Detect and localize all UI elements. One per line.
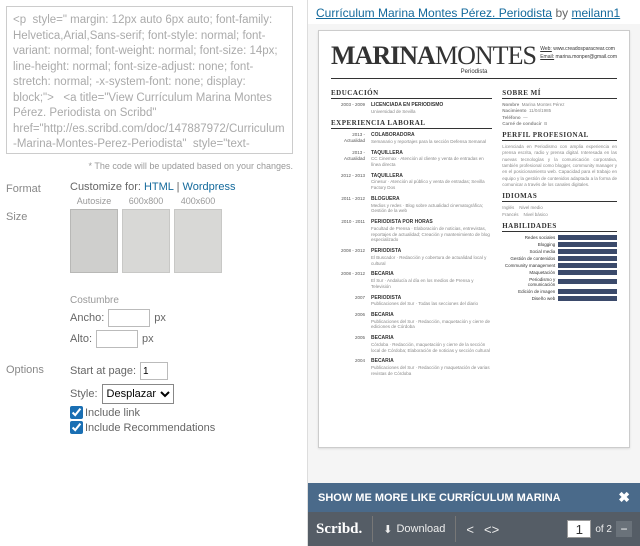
- update-note: * The code will be updated based on your…: [6, 161, 293, 171]
- options-label: Options: [6, 362, 70, 376]
- show-more-banner[interactable]: SHOW ME MORE LIKE CURRÍCULUM MARINA ✖: [308, 483, 640, 512]
- close-icon[interactable]: ✖: [618, 489, 630, 506]
- height-label: Alto:: [70, 333, 92, 345]
- size-autosize[interactable]: Autosize: [70, 209, 118, 273]
- format-label: Format: [6, 181, 70, 195]
- page-input[interactable]: [567, 520, 591, 538]
- width-label: Ancho:: [70, 312, 104, 324]
- include-link-checkbox[interactable]: Include link: [70, 406, 293, 419]
- format-wordpress-link[interactable]: Wordpress: [183, 181, 236, 193]
- customize-prefix: Customize for:: [70, 181, 141, 193]
- download-button[interactable]: ⬇ Download: [372, 516, 456, 542]
- zoom-out-button[interactable]: −: [616, 521, 632, 537]
- embed-icon[interactable]: <>: [484, 522, 499, 537]
- size-400x600[interactable]: 400x600: [174, 209, 222, 273]
- embed-code-textarea[interactable]: <p style=" margin: 12px auto 6px auto; f…: [6, 6, 293, 154]
- custom-label: Costumbre: [70, 295, 293, 306]
- document-title-link[interactable]: Currículum Marina Montes Pérez. Periodis…: [316, 6, 552, 20]
- start-page-input[interactable]: [140, 362, 168, 380]
- format-html-link[interactable]: HTML: [144, 181, 174, 193]
- start-page-label: Start at page:: [70, 365, 136, 377]
- author-link[interactable]: meilann1: [571, 6, 620, 20]
- size-600x800[interactable]: 600x800: [122, 209, 170, 273]
- height-input[interactable]: [96, 330, 138, 348]
- style-select[interactable]: Desplazar: [102, 384, 174, 404]
- size-label: Size: [6, 209, 70, 223]
- width-input[interactable]: [108, 309, 150, 327]
- download-icon: ⬇: [383, 523, 392, 536]
- share-icon[interactable]: <​: [466, 522, 474, 537]
- scribd-logo[interactable]: Scribd.: [316, 521, 362, 538]
- document-preview[interactable]: Web: www.creadosparacrear.com Email: mar…: [318, 30, 630, 448]
- viewer-toolbar: Scribd. ⬇ Download <​ <> of 2 −: [308, 512, 640, 546]
- page-total: of 2: [595, 524, 612, 535]
- style-label: Style:: [70, 388, 98, 400]
- include-recommendations-checkbox[interactable]: Include Recommendations: [70, 421, 293, 434]
